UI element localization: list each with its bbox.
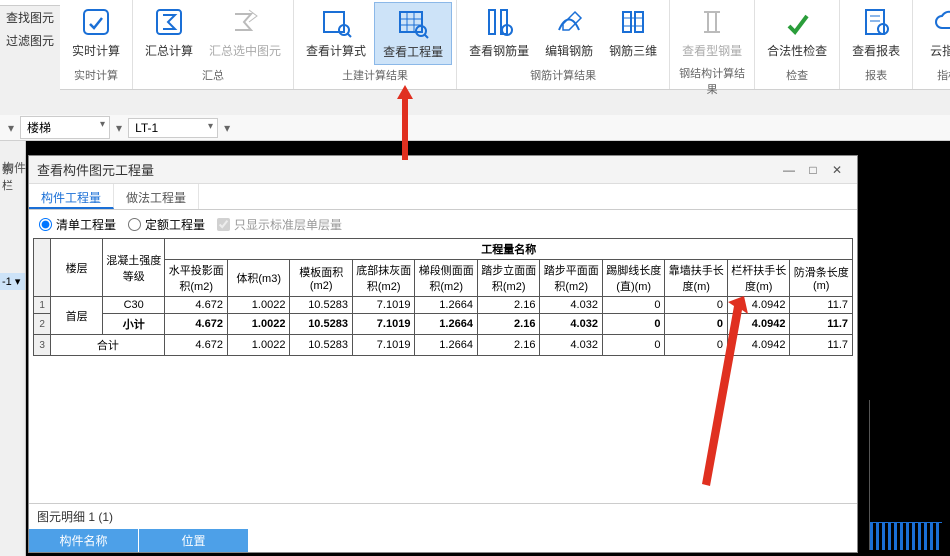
- ribbon-vexp-button[interactable]: 查看计算式: [298, 2, 374, 65]
- ribbon-vqty-button[interactable]: 查看工程量: [374, 2, 452, 65]
- ribbon-vreb-button[interactable]: 查看钢筋量: [461, 2, 537, 65]
- ribbon-rpt-button[interactable]: 查看报表: [844, 2, 908, 65]
- ribbon-group-label: 汇总: [137, 65, 289, 87]
- vsteel-icon: [696, 6, 728, 38]
- find-element[interactable]: 查找图元: [0, 6, 60, 29]
- ribbon-ereb-button[interactable]: 编辑钢筋: [537, 2, 601, 65]
- detail-col-name[interactable]: 构件名称: [29, 529, 139, 552]
- ribbon-group-label: 钢结构计算结果: [674, 63, 750, 101]
- tab-component-qty[interactable]: 构件工程量: [29, 184, 114, 209]
- sumsel-icon: [229, 6, 261, 38]
- filter-element[interactable]: 过滤图元: [0, 29, 60, 52]
- ribbon-vsteel-button: 查看型钢量: [674, 2, 750, 63]
- ribbon-group-label: 报表: [844, 65, 908, 87]
- ribbon-group-label: 指标: [917, 65, 950, 87]
- cloud-icon: [932, 6, 950, 38]
- ribbon-cloud-button[interactable]: 云指标: [917, 2, 950, 65]
- ribbon-group-label: 实时计算: [64, 65, 128, 87]
- dialog-title: 查看构件图元工程量: [37, 160, 777, 179]
- ribbon-rt-button[interactable]: 实时计算: [64, 2, 128, 65]
- ribbon-reb3d-button[interactable]: 钢筋三维: [601, 2, 665, 65]
- radio-bill-qty[interactable]: 清单工程量: [39, 216, 116, 233]
- vqty-icon: [397, 7, 429, 39]
- minimize-button[interactable]: —: [777, 160, 801, 180]
- tab-method-qty[interactable]: 做法工程量: [114, 184, 199, 209]
- ribbon-group-label: 钢筋计算结果: [461, 65, 665, 87]
- ribbon-sumsel-button: 汇总选中图元: [201, 2, 289, 65]
- quantity-table: 楼层混凝土强度等级工程量名称水平投影面积(m2)体积(m3)模板面积(m2)底部…: [33, 238, 853, 356]
- sum-icon: [153, 6, 185, 38]
- checkbox-std-floor[interactable]: 只显示标准层单层量: [217, 216, 342, 233]
- vreb-icon: [483, 6, 515, 38]
- ereb-icon: [553, 6, 585, 38]
- close-button[interactable]: ✕: [825, 160, 849, 180]
- reb3d-icon: [617, 6, 649, 38]
- maximize-button[interactable]: □: [801, 160, 825, 180]
- detail-title: 图元明细 1 (1): [29, 504, 857, 529]
- floor-tag[interactable]: -1 ▾: [0, 273, 25, 290]
- component-panel-label: 构件: [0, 155, 28, 180]
- valid-icon: [781, 6, 813, 38]
- component-type-dropdown[interactable]: 楼梯: [20, 116, 110, 139]
- ribbon-group-label: 检查: [759, 65, 835, 87]
- vexp-icon: [320, 6, 352, 38]
- component-name-dropdown[interactable]: LT-1: [128, 118, 218, 138]
- quantity-dialog: 查看构件图元工程量 — □ ✕ 构件工程量 做法工程量 清单工程量 定额工程量 …: [28, 155, 858, 553]
- detail-col-position[interactable]: 位置: [139, 529, 249, 552]
- rpt-icon: [860, 6, 892, 38]
- ribbon-sum-button[interactable]: 汇总计算: [137, 2, 201, 65]
- ribbon-group-label: 土建计算结果: [298, 65, 452, 87]
- rt-icon: [80, 6, 112, 38]
- radio-quota-qty[interactable]: 定额工程量: [128, 216, 205, 233]
- ribbon-valid-button[interactable]: 合法性检查: [759, 2, 835, 65]
